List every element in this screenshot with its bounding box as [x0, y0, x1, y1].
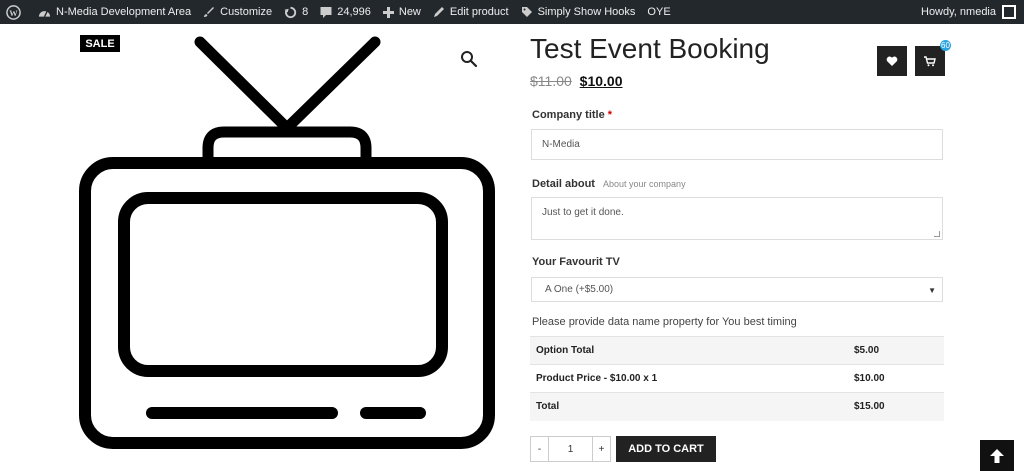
new-content-link[interactable]: New	[377, 0, 427, 24]
row-label: Total	[530, 392, 848, 421]
search-icon[interactable]	[460, 50, 478, 68]
company-title-label: Company title *	[532, 109, 612, 121]
price-table: Option Total $5.00 Product Price - $10.0…	[530, 336, 944, 421]
simply-show-hooks-label: Simply Show Hooks	[537, 6, 636, 18]
wordpress-logo-icon: W	[6, 4, 21, 20]
timing-note: Please provide data name property for Yo…	[532, 316, 797, 328]
wordpress-logo-button[interactable]: W	[0, 0, 32, 24]
old-price: $11.00	[530, 73, 572, 89]
row-amount: $15.00	[848, 392, 944, 421]
wishlist-button[interactable]	[877, 46, 907, 76]
product-price: $11.00 $10.00	[530, 73, 623, 89]
chevron-down-icon: ▼	[928, 286, 936, 295]
edit-product-label: Edit product	[449, 6, 509, 18]
company-title-input[interactable]: N-Media	[531, 129, 943, 160]
new-label: New	[398, 6, 421, 18]
add-to-cart-button[interactable]: ADD TO CART	[616, 436, 716, 462]
favourite-tv-label: Your Favourit TV	[532, 256, 620, 268]
company-title-value: N-Media	[542, 139, 580, 150]
edit-product-link[interactable]: Edit product	[427, 0, 515, 24]
detail-about-label: Detail about About your company	[532, 178, 686, 190]
comments-count: 24,996	[337, 6, 371, 18]
quantity-decrease-button[interactable]: -	[530, 436, 549, 462]
dashboard-icon	[38, 10, 51, 17]
detail-about-text: Detail about	[532, 178, 595, 190]
plus-icon	[382, 6, 394, 18]
cart-count-badge: 60	[940, 40, 951, 51]
svg-text:W: W	[9, 7, 18, 17]
updates-link[interactable]: 8	[278, 0, 314, 24]
quantity-input[interactable]: 1	[549, 436, 592, 462]
row-label: Option Total	[530, 336, 848, 365]
resize-handle[interactable]	[934, 231, 940, 237]
updates-count: 8	[302, 6, 309, 18]
product-image[interactable]	[70, 30, 500, 450]
table-row: Product Price - $10.00 x 1 $10.00	[530, 364, 944, 393]
simply-show-hooks-link[interactable]: Simply Show Hooks	[515, 0, 642, 24]
howdy-greeting: Howdy, nmedia	[921, 6, 996, 18]
arrow-up-icon	[990, 448, 1004, 463]
comments-link[interactable]: 24,996	[314, 0, 377, 24]
brush-icon	[204, 7, 215, 17]
quantity-increase-button[interactable]: +	[592, 436, 611, 462]
table-row: Total $15.00	[530, 392, 944, 421]
row-label: Product Price - $10.00 x 1	[530, 364, 848, 393]
detail-about-textarea[interactable]: Just to get it done.	[531, 197, 943, 240]
updates-icon	[284, 6, 297, 18]
avatar	[1002, 5, 1016, 19]
admin-bar: W N-Media Development Area Customize 8 2…	[0, 0, 1024, 24]
product-title: Test Event Booking	[530, 33, 770, 64]
favourite-tv-selected: A One (+$5.00)	[545, 284, 614, 295]
tag-icon	[521, 7, 532, 17]
row-amount: $10.00	[848, 364, 944, 393]
cart-icon	[924, 55, 936, 66]
site-name: N-Media Development Area	[56, 6, 192, 18]
cart-button[interactable]	[915, 46, 945, 76]
scroll-to-top-button[interactable]	[980, 440, 1014, 471]
company-title-text: Company title	[532, 109, 605, 121]
favourite-tv-select[interactable]: A One (+$5.00) ▼	[531, 277, 943, 302]
detail-about-value: Just to get it done.	[542, 207, 624, 218]
table-row: Option Total $5.00	[530, 336, 944, 365]
detail-about-hint: About your company	[603, 179, 686, 189]
pencil-icon	[433, 7, 444, 17]
customize-link[interactable]: Customize	[197, 0, 278, 24]
customize-label: Customize	[220, 6, 273, 18]
my-account-link[interactable]: Howdy, nmedia	[921, 0, 1016, 24]
site-name-link[interactable]: N-Media Development Area	[32, 0, 197, 24]
oye-link[interactable]: OYE	[641, 0, 676, 24]
comment-icon	[320, 7, 332, 18]
required-mark: *	[607, 109, 613, 121]
heart-icon	[886, 56, 898, 66]
sale-price: $10.00	[579, 73, 623, 89]
oye-label: OYE	[647, 6, 671, 18]
row-amount: $5.00	[848, 336, 944, 365]
